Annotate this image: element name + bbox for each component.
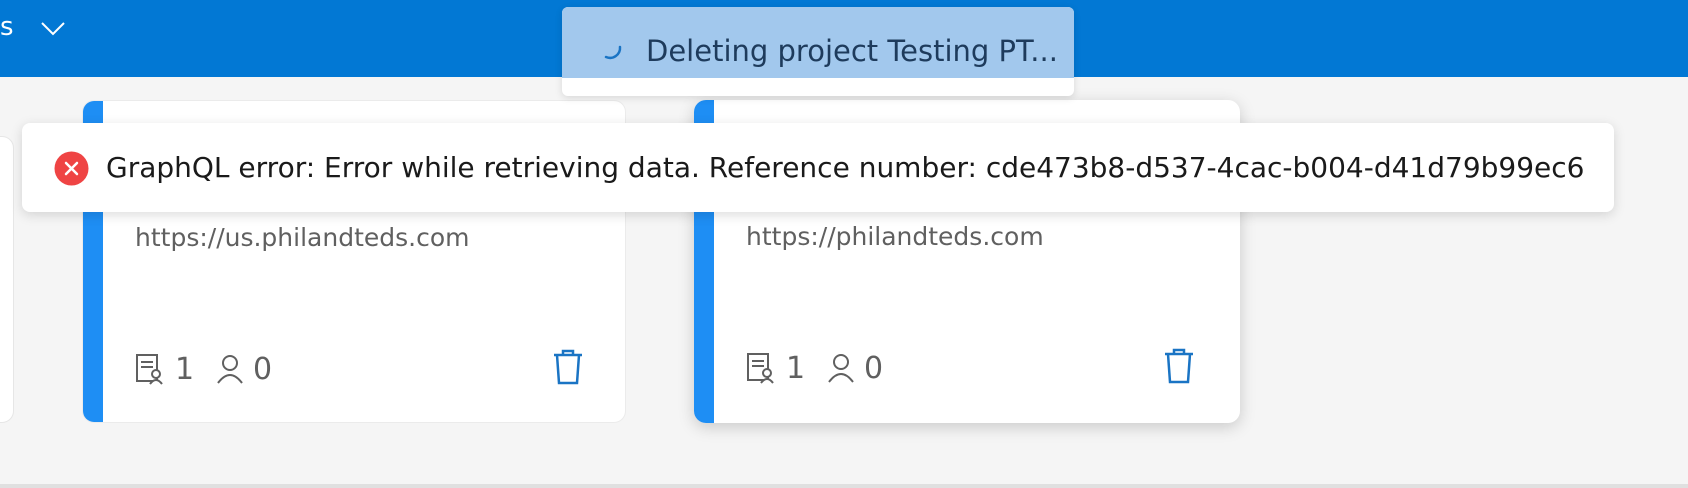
reports-stat: 1 — [746, 348, 805, 388]
project-card-partial[interactable] — [0, 136, 14, 423]
users-stat: 0 — [826, 348, 883, 388]
user-icon — [828, 354, 854, 383]
loading-toast: Deleting project Testing PT... — [562, 7, 1074, 96]
bottom-divider — [0, 484, 1688, 488]
chevron-down-icon[interactable] — [40, 20, 66, 38]
report-icon — [136, 354, 163, 385]
spinner-icon — [604, 45, 622, 60]
error-message: GraphQL error: Error while retrieving da… — [106, 151, 1585, 184]
users-count: 0 — [253, 351, 273, 387]
trash-icon[interactable] — [1162, 348, 1196, 384]
header-partial-text: s — [0, 12, 14, 42]
error-toast[interactable]: GraphQL error: Error while retrieving da… — [22, 123, 1614, 212]
reports-stat: 1 — [135, 349, 194, 389]
reports-count: 1 — [786, 350, 806, 386]
report-icon — [747, 353, 774, 384]
loading-message: Deleting project Testing PT... — [646, 34, 1058, 68]
trash-icon[interactable] — [551, 349, 585, 385]
users-stat: 0 — [215, 349, 272, 389]
users-count: 0 — [864, 350, 884, 386]
project-url: https://us.philandteds.com — [135, 223, 470, 252]
error-circle-icon — [54, 151, 89, 186]
project-url: https://philandteds.com — [746, 222, 1044, 251]
reports-count: 1 — [175, 351, 195, 387]
user-icon — [217, 355, 243, 384]
